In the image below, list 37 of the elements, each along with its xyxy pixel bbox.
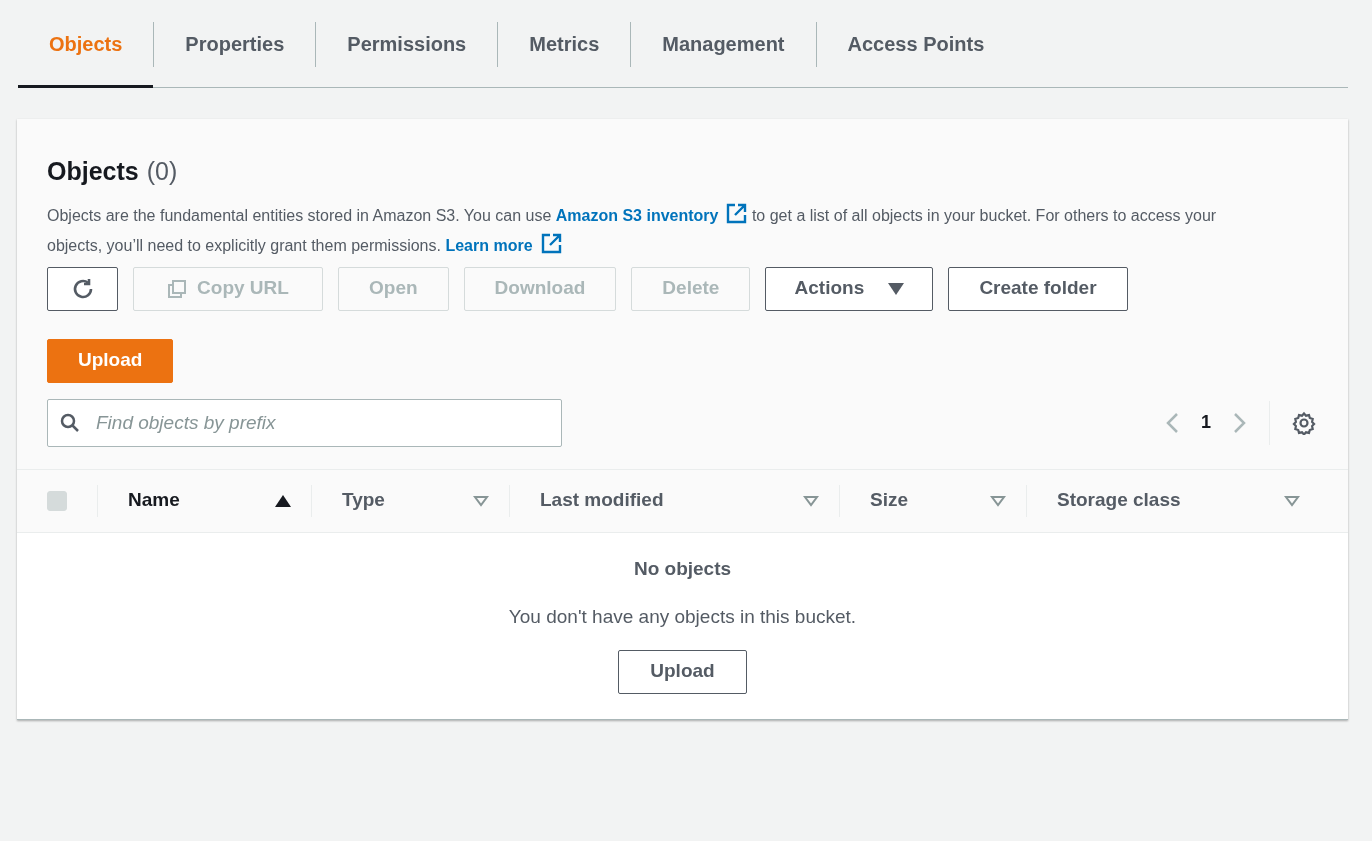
link[interactable]: Learn more bbox=[445, 236, 562, 254]
next-page-icon[interactable] bbox=[1233, 411, 1247, 434]
empty-state-message: You don't have any objects in this bucket. bbox=[508, 605, 857, 629]
external-link-icon bbox=[540, 232, 562, 254]
column-header[interactable]: Last modified bbox=[540, 486, 664, 515]
actions-dropdown[interactable]: Actions bbox=[765, 266, 934, 311]
sort-icon[interactable] bbox=[990, 494, 1006, 507]
column-header[interactable]: Size bbox=[870, 486, 909, 515]
external-link-icon bbox=[726, 202, 748, 224]
column-header[interactable]: Storage class bbox=[1057, 486, 1181, 515]
page-number[interactable]: 1 bbox=[1201, 409, 1211, 436]
tab[interactable]: Access Points bbox=[816, 20, 1016, 87]
sort-icon[interactable] bbox=[473, 494, 489, 507]
panel-description: Objects are the fundamental entities stored in Amazon S3. You can use Amazon S3 inventory to get a list of all objects in your bucket. For others to access your objects, you’ll need to explicitly grant them permissions. Learn more bbox=[47, 200, 1247, 261]
search-field[interactable]: Find objects by prefix bbox=[47, 398, 562, 447]
toolbar-button[interactable]: Create folder bbox=[948, 266, 1128, 311]
column-header[interactable]: Type bbox=[342, 486, 385, 515]
previous-page-icon[interactable] bbox=[1165, 411, 1179, 434]
refresh-button[interactable] bbox=[47, 266, 118, 311]
sort-icon[interactable] bbox=[803, 494, 819, 507]
copy-icon bbox=[167, 278, 188, 299]
sort-icon[interactable] bbox=[1284, 494, 1300, 507]
object-count: (0) bbox=[146, 156, 178, 187]
empty-state-title: No objects bbox=[633, 556, 732, 581]
tab[interactable]: Management bbox=[631, 20, 816, 87]
sort-ascending-icon[interactable] bbox=[275, 494, 291, 507]
settings-icon[interactable] bbox=[1292, 410, 1316, 435]
tab[interactable]: Metrics bbox=[498, 20, 631, 87]
search-icon bbox=[60, 412, 80, 433]
tab[interactable]: Permissions bbox=[316, 20, 498, 87]
caret-icon bbox=[888, 282, 905, 295]
upload-button[interactable]: Upload bbox=[618, 649, 747, 694]
column-header[interactable]: Name bbox=[128, 486, 180, 515]
link[interactable]: Amazon S3 inventory bbox=[555, 206, 748, 224]
tab[interactable]: Properties bbox=[154, 20, 316, 87]
select-all-checkbox[interactable] bbox=[47, 490, 67, 511]
panel-title: Objects bbox=[47, 156, 139, 187]
